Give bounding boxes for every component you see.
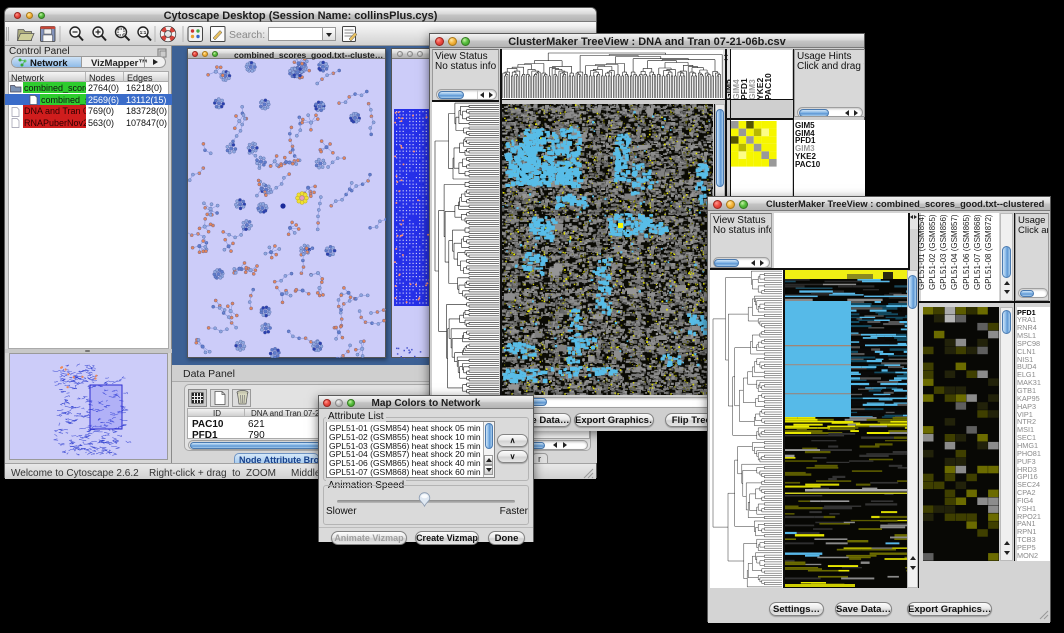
svg-text:1:1: 1:1 — [140, 30, 147, 35]
